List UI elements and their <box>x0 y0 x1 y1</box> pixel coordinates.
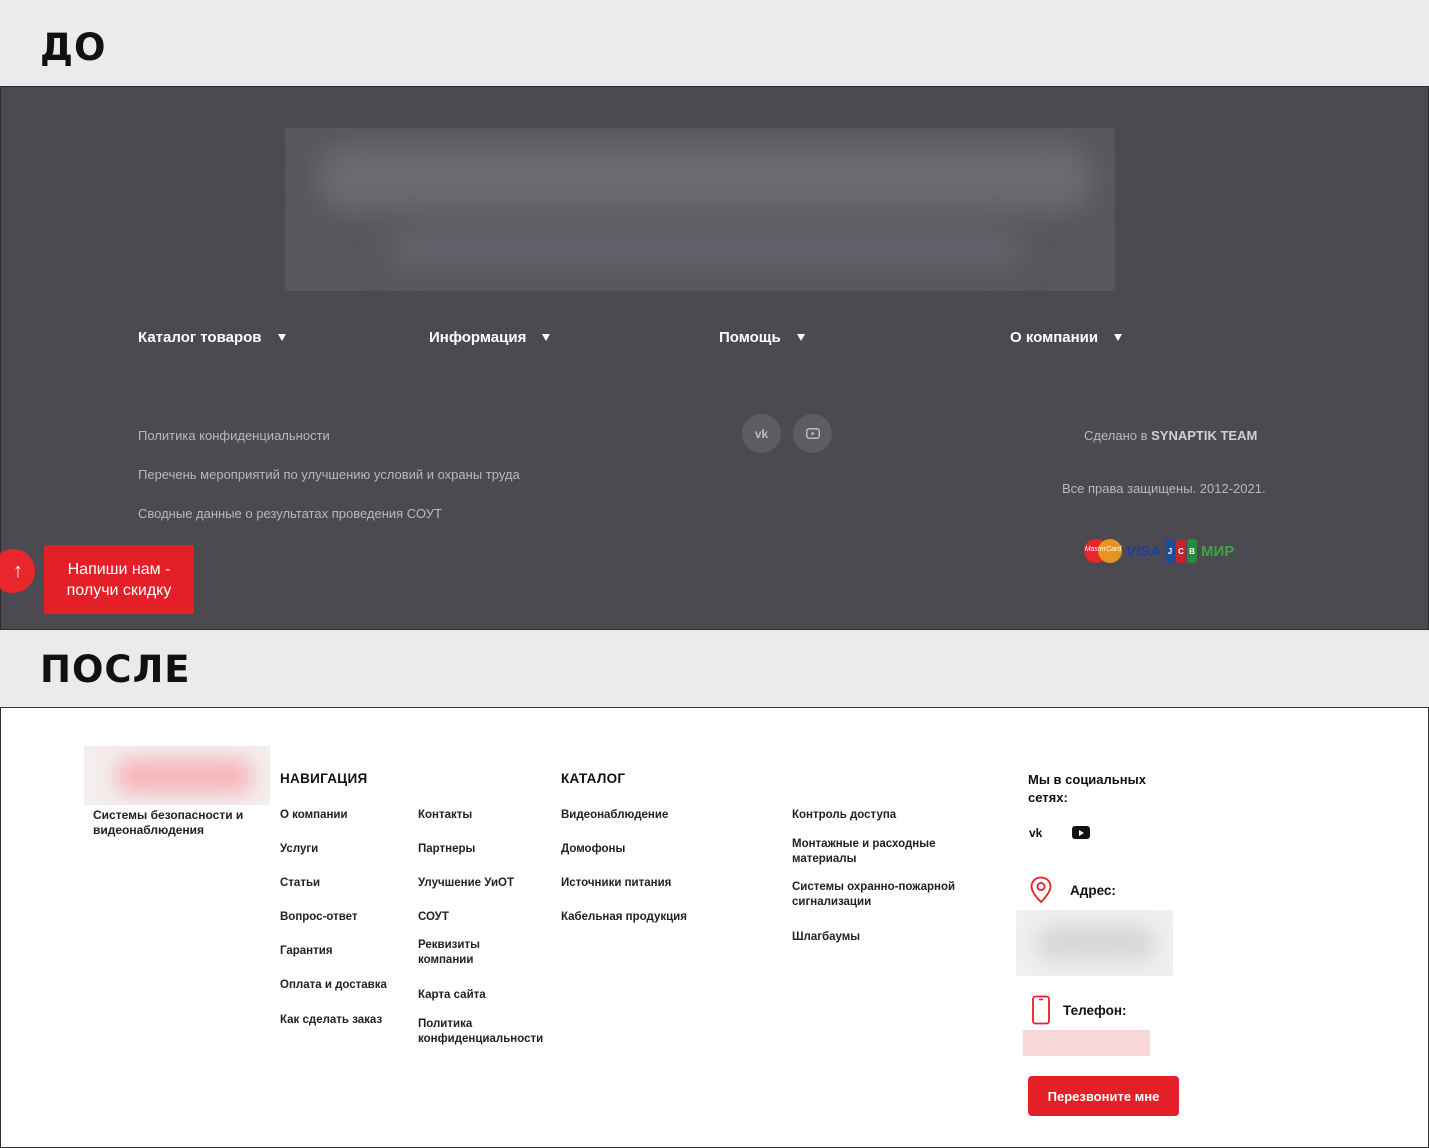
mastercard-icon: MasterCard <box>1084 539 1122 563</box>
nav-link-requisites[interactable]: Реквизиты компании <box>418 938 498 968</box>
before-label: ДО <box>40 26 107 69</box>
new-footer: Системы безопасности и видеонаблюдения Н… <box>0 707 1429 1148</box>
payment-logos: MasterCard VISA J C B МИР <box>1084 539 1234 563</box>
caret-down-icon <box>277 334 286 341</box>
address-label: Адрес: <box>1070 883 1116 898</box>
youtube-icon[interactable] <box>1072 826 1090 839</box>
catalog-heading: КАТАЛОГ <box>561 771 626 786</box>
catalog-link-cable[interactable]: Кабельная продукция <box>561 910 687 925</box>
menu-about[interactable]: О компании <box>1010 329 1123 346</box>
catalog-link-power[interactable]: Источники питания <box>561 876 671 891</box>
phone-label: Телефон: <box>1063 1003 1127 1018</box>
phone-icon <box>1032 995 1050 1025</box>
catalog-link-fire-alarm[interactable]: Системы охранно-пожарной сигнализации <box>792 880 967 910</box>
caret-down-icon <box>796 334 805 341</box>
nav-link-privacy[interactable]: Политика конфиденциальности <box>418 1017 553 1047</box>
nav-link-contacts[interactable]: Контакты <box>418 808 472 823</box>
safety-measures-link[interactable]: Перечень мероприятий по улучшению услови… <box>138 467 520 482</box>
nav-link-partners[interactable]: Партнеры <box>418 842 475 857</box>
arrow-up-icon: ↑ <box>13 559 23 582</box>
copyright: Все права защищены. 2012-2021. <box>1062 481 1266 496</box>
credit-prefix: Сделано в <box>1084 428 1152 443</box>
caret-down-icon <box>1114 334 1123 341</box>
menu-info-label: Информация <box>429 329 527 346</box>
menu-about-label: О компании <box>1010 329 1099 346</box>
blurred-phone <box>1023 1030 1150 1056</box>
nav-link-how-to-order[interactable]: Как сделать заказ <box>280 1013 382 1028</box>
write-us-button[interactable]: Напиши нам - получи скидку <box>44 545 194 614</box>
company-tagline: Системы безопасности и видеонаблюдения <box>93 808 244 837</box>
catalog-link-video[interactable]: Видеонаблюдение <box>561 808 668 823</box>
menu-help-label: Помощь <box>719 329 781 346</box>
menu-catalog[interactable]: Каталог товаров <box>138 329 286 346</box>
blurred-logo <box>84 746 270 805</box>
privacy-policy-link[interactable]: Политика конфиденциальности <box>138 428 330 443</box>
scroll-up-button[interactable]: ↑ <box>0 549 35 593</box>
nav-link-services[interactable]: Услуги <box>280 842 318 857</box>
catalog-link-barriers[interactable]: Шлагбаумы <box>792 930 860 945</box>
mir-icon: МИР <box>1201 542 1235 560</box>
vk-icon[interactable]: vk <box>742 414 781 453</box>
navigation-heading: НАВИГАЦИЯ <box>280 771 368 786</box>
old-footer: Каталог товаров Информация Помощь О комп… <box>0 86 1429 630</box>
catalog-link-mounting[interactable]: Монтажные и расходные материалы <box>792 837 952 867</box>
visa-icon: VISA <box>1126 542 1162 560</box>
social-heading: Мы в социальных сетях: <box>1028 772 1146 805</box>
catalog-link-access[interactable]: Контроль доступа <box>792 808 896 823</box>
menu-info[interactable]: Информация <box>429 329 551 346</box>
nav-link-about[interactable]: О компании <box>280 808 348 823</box>
location-pin-icon <box>1030 876 1052 904</box>
credit-brand: SYNAPTIK TEAM <box>1151 428 1258 443</box>
caret-down-icon <box>542 334 551 341</box>
catalog-link-intercoms[interactable]: Домофоны <box>561 842 625 857</box>
nav-link-uiot[interactable]: Улучшение УиОТ <box>418 876 514 891</box>
menu-catalog-label: Каталог товаров <box>138 329 262 346</box>
nav-link-faq[interactable]: Вопрос-ответ <box>280 910 358 925</box>
nav-link-payment-delivery[interactable]: Оплата и доставка <box>280 978 387 993</box>
sout-results-link[interactable]: Сводные данные о результатах проведения … <box>138 506 442 521</box>
menu-help[interactable]: Помощь <box>719 329 805 346</box>
made-by-credit[interactable]: Сделано в SYNAPTIK TEAM <box>1084 428 1257 443</box>
nav-link-sitemap[interactable]: Карта сайта <box>418 988 486 1003</box>
blurred-banner <box>285 128 1115 291</box>
blurred-address <box>1016 910 1173 976</box>
youtube-icon[interactable] <box>793 414 832 453</box>
callback-button[interactable]: Перезвоните мне <box>1028 1076 1179 1116</box>
nav-link-warranty[interactable]: Гарантия <box>280 944 333 959</box>
after-label: ПОСЛЕ <box>40 648 191 691</box>
nav-link-sout[interactable]: СОУТ <box>418 910 449 925</box>
jcb-icon: J C B <box>1165 539 1198 563</box>
nav-link-articles[interactable]: Статьи <box>280 876 320 891</box>
vk-icon[interactable]: vk <box>1029 826 1042 840</box>
